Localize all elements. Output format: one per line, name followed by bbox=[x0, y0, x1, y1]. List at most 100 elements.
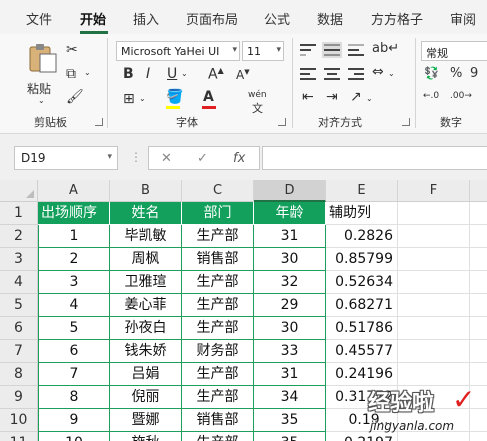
cell-department[interactable]: 生产部 bbox=[182, 432, 254, 441]
cell-name[interactable]: 毕凯敏 bbox=[110, 225, 182, 248]
resize-handle-icon[interactable]: ⋮ bbox=[130, 150, 142, 164]
empty-cell[interactable] bbox=[470, 317, 487, 340]
row-header[interactable]: 1 bbox=[0, 202, 38, 225]
empty-cell[interactable] bbox=[470, 294, 487, 317]
cell-order[interactable]: 10 bbox=[38, 432, 110, 441]
row-header[interactable]: 4 bbox=[0, 271, 38, 294]
cell-order[interactable]: 8 bbox=[38, 386, 110, 409]
comma-style-icon[interactable]: 9 bbox=[470, 67, 478, 80]
tab-formulas[interactable]: 公式 bbox=[264, 9, 290, 28]
font-size-select[interactable]: 11 ▾ bbox=[242, 41, 284, 61]
row-header[interactable]: 2 bbox=[0, 225, 38, 248]
empty-cell[interactable] bbox=[398, 202, 470, 225]
decrease-indent-icon[interactable]: ⇤ bbox=[302, 90, 314, 104]
cell-helper[interactable]: 0.51786 bbox=[326, 317, 398, 340]
cell-age[interactable]: 35 bbox=[254, 432, 326, 441]
cell-age[interactable]: 34 bbox=[254, 386, 326, 409]
cell-department[interactable]: 生产部 bbox=[182, 294, 254, 317]
empty-cell[interactable] bbox=[398, 248, 470, 271]
cell-name[interactable]: 钱朱娇 bbox=[110, 340, 182, 363]
cell-name[interactable]: 施秋 bbox=[110, 432, 182, 441]
column-header-f[interactable]: F bbox=[398, 180, 470, 202]
phonetic-guide-button[interactable]: wén bbox=[248, 90, 267, 100]
cell-age[interactable]: 35 bbox=[254, 409, 326, 432]
copy-dropdown-icon[interactable]: ⌄ bbox=[84, 68, 91, 77]
cancel-icon[interactable]: ✕ bbox=[161, 151, 172, 166]
underline-button[interactable]: U bbox=[167, 67, 177, 81]
cell-order[interactable]: 6 bbox=[38, 340, 110, 363]
row-header[interactable]: 6 bbox=[0, 317, 38, 340]
increase-decimal-icon[interactable]: ←.0 bbox=[423, 91, 439, 101]
align-left-icon[interactable] bbox=[300, 68, 316, 80]
cell-order[interactable]: 7 bbox=[38, 363, 110, 386]
enter-icon[interactable]: ✓ bbox=[197, 151, 208, 166]
empty-cell[interactable] bbox=[398, 271, 470, 294]
clipboard-launcher-icon[interactable] bbox=[95, 118, 103, 126]
cell-department[interactable]: 财务部 bbox=[182, 340, 254, 363]
tab-file[interactable]: 文件 bbox=[26, 9, 52, 28]
underline-dropdown-icon[interactable]: ⌄ bbox=[181, 69, 188, 78]
row-header[interactable]: 7 bbox=[0, 340, 38, 363]
cell-name[interactable]: 吕娟 bbox=[110, 363, 182, 386]
tab-insert[interactable]: 插入 bbox=[133, 9, 159, 28]
cell-age[interactable]: 32 bbox=[254, 271, 326, 294]
text-orientation-icon[interactable]: ↗ bbox=[350, 90, 362, 104]
tab-home[interactable]: 开始 bbox=[80, 9, 106, 28]
alignment-launcher-icon[interactable] bbox=[402, 118, 410, 126]
row-header[interactable]: 8 bbox=[0, 363, 38, 386]
font-name-select[interactable]: Microsoft YaHei UI ▾ bbox=[116, 41, 240, 61]
cell-order[interactable]: 2 bbox=[38, 248, 110, 271]
empty-cell[interactable] bbox=[470, 340, 487, 363]
cell-order[interactable]: 9 bbox=[38, 409, 110, 432]
align-center-icon[interactable] bbox=[324, 68, 340, 80]
cell-age[interactable]: 31 bbox=[254, 225, 326, 248]
row-header[interactable]: 10 bbox=[0, 409, 38, 432]
cell-order[interactable]: 4 bbox=[38, 294, 110, 317]
column-header-b[interactable]: B bbox=[110, 180, 182, 202]
align-middle-icon[interactable] bbox=[322, 42, 342, 58]
percent-icon[interactable]: % bbox=[450, 67, 462, 80]
header-cell-order[interactable]: 出场顺序 bbox=[38, 202, 110, 225]
cell-age[interactable]: 29 bbox=[254, 294, 326, 317]
align-bottom-icon[interactable] bbox=[348, 44, 364, 56]
bold-button[interactable]: B bbox=[123, 67, 134, 81]
empty-cell[interactable] bbox=[398, 225, 470, 248]
wrap-text-icon[interactable]: ab↵ bbox=[372, 42, 399, 55]
border-icon[interactable]: ⊞ bbox=[123, 92, 135, 106]
cell-helper[interactable]: 0.85799 bbox=[326, 248, 398, 271]
cell-age[interactable]: 30 bbox=[254, 317, 326, 340]
font-color-button[interactable]: A bbox=[203, 90, 214, 104]
row-header[interactable]: 3 bbox=[0, 248, 38, 271]
cell-department[interactable]: 生产部 bbox=[182, 363, 254, 386]
paste-button[interactable]: 粘贴 ⌄ bbox=[22, 42, 62, 105]
grow-font-button[interactable]: A▲ bbox=[208, 67, 224, 82]
tab-page-layout[interactable]: 页面布局 bbox=[186, 9, 238, 28]
cell-department[interactable]: 生产部 bbox=[182, 317, 254, 340]
column-header-e[interactable]: E bbox=[326, 180, 398, 202]
cell-age[interactable]: 33 bbox=[254, 340, 326, 363]
align-top-icon[interactable] bbox=[300, 44, 316, 56]
decrease-decimal-icon[interactable]: .00→ bbox=[450, 91, 472, 101]
cell-department[interactable]: 生产部 bbox=[182, 225, 254, 248]
header-cell-name[interactable]: 姓名 bbox=[110, 202, 182, 225]
cell-order[interactable]: 1 bbox=[38, 225, 110, 248]
header-cell-department[interactable]: 部门 bbox=[182, 202, 254, 225]
border-dropdown-icon[interactable]: ⌄ bbox=[139, 94, 146, 103]
cell-department[interactable]: 销售部 bbox=[182, 409, 254, 432]
column-header-c[interactable]: C bbox=[182, 180, 254, 202]
cell-department[interactable]: 生产部 bbox=[182, 271, 254, 294]
cell-age[interactable]: 30 bbox=[254, 248, 326, 271]
cell-order[interactable]: 3 bbox=[38, 271, 110, 294]
column-header-a[interactable]: A bbox=[38, 180, 110, 202]
copy-icon[interactable]: ⧉ bbox=[66, 67, 76, 81]
insert-function-icon[interactable]: fx bbox=[233, 151, 245, 166]
italic-button[interactable]: I bbox=[146, 67, 150, 81]
cell-name[interactable]: 周枫 bbox=[110, 248, 182, 271]
cell-name[interactable]: 倪丽 bbox=[110, 386, 182, 409]
cell-name[interactable]: 暨娜 bbox=[110, 409, 182, 432]
empty-cell[interactable] bbox=[398, 340, 470, 363]
row-header[interactable]: 9 bbox=[0, 386, 38, 409]
font-launcher-icon[interactable] bbox=[278, 118, 286, 126]
empty-cell[interactable] bbox=[470, 225, 487, 248]
format-painter-icon[interactable]: 🖌 bbox=[66, 90, 84, 104]
